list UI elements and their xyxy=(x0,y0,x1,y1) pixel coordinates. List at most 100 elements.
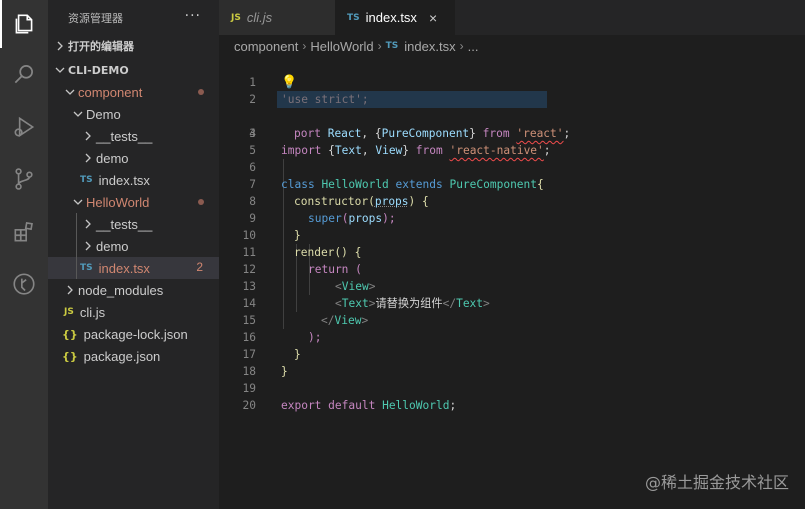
typescript-file-icon: TS xyxy=(80,175,93,185)
open-editors-section[interactable]: 打开的编辑器 xyxy=(48,35,219,57)
tree-file-package-json[interactable]: {} package.json xyxy=(48,345,219,367)
close-icon[interactable]: × xyxy=(429,10,437,26)
tab-cli-js[interactable]: JS cli.js xyxy=(219,0,335,35)
tree-item-label: component xyxy=(78,84,143,100)
breadcrumb-item[interactable]: component xyxy=(234,39,298,54)
javascript-file-icon: JS xyxy=(64,307,74,317)
breadcrumb-item[interactable]: ... xyxy=(468,39,479,54)
chevron-down-icon xyxy=(70,197,86,208)
breadcrumb-item[interactable]: HelloWorld xyxy=(310,39,373,54)
tree-folder-component[interactable]: component xyxy=(48,81,219,103)
tab-label: cli.js xyxy=(246,10,273,25)
tree-folder-tests[interactable]: __tests__ xyxy=(48,125,219,147)
tree-file-index-tsx[interactable]: TS index.tsx xyxy=(48,169,219,191)
line-highlight xyxy=(277,91,547,108)
problem-count-badge: 2 xyxy=(196,260,203,274)
files-icon[interactable] xyxy=(0,0,48,48)
typescript-file-icon: TS xyxy=(347,12,360,23)
tree-file-index-tsx-selected[interactable]: TS index.tsx 2 xyxy=(48,257,219,279)
tree-file-package-lock-json[interactable]: {} package-lock.json xyxy=(48,323,219,345)
tree-item-label: __tests__ xyxy=(96,216,153,232)
debug-icon[interactable] xyxy=(0,103,48,151)
tree-folder-demo[interactable]: Demo xyxy=(48,103,219,125)
indent-guide xyxy=(76,213,77,235)
json-file-icon: {} xyxy=(62,349,78,363)
tab-index-tsx[interactable]: TS index.tsx × xyxy=(335,0,455,35)
chevron-right-icon xyxy=(80,153,96,164)
typescript-file-icon: TS xyxy=(80,263,93,273)
tree-item-label: node_modules xyxy=(78,282,164,298)
code-token: HelloWorld xyxy=(382,399,450,412)
tree-item-label: Demo xyxy=(86,106,121,122)
chevron-right-icon xyxy=(80,241,96,252)
breadcrumb: component › HelloWorld › TS index.tsx › … xyxy=(219,35,805,57)
indent-guide xyxy=(76,235,77,257)
chevron-right-icon xyxy=(62,285,78,296)
code-line: 1 'use strict'; xyxy=(219,57,805,106)
tree-folder-helloworld[interactable]: HelloWorld xyxy=(48,191,219,213)
code-line: 2 💡 port React, {PureComponent} from 're… xyxy=(219,74,805,140)
code-line: 13 <Text>请替换为组件</Text> xyxy=(219,261,805,310)
code-line: 6 class HelloWorld extends PureComponent… xyxy=(219,142,805,191)
code-line: 17 } xyxy=(219,329,805,378)
code-line: 4 xyxy=(219,108,805,140)
code-line: 20 xyxy=(219,380,805,412)
chevron-right-icon: › xyxy=(459,39,464,53)
chevron-right-icon: › xyxy=(302,39,307,53)
code-line: 15 ); xyxy=(219,295,805,344)
modified-dot-icon xyxy=(198,199,204,205)
tree-folder-demo-sub[interactable]: demo xyxy=(48,147,219,169)
code-line: 18 xyxy=(219,346,805,378)
extensions-icon[interactable] xyxy=(0,208,48,256)
project-label: CLI-DEMO xyxy=(68,63,129,77)
code-line: 8 super(props); xyxy=(219,176,805,225)
activity-bar xyxy=(0,0,48,509)
tree-folder-demo-2[interactable]: demo xyxy=(48,235,219,257)
code-token: default xyxy=(328,399,376,412)
tree-item-label: demo xyxy=(96,150,129,166)
watermark: @稀土掘金技术社区 xyxy=(644,473,789,492)
tree-item-label: package-lock.json xyxy=(83,326,188,342)
code-line: 11 return ( xyxy=(219,227,805,276)
breadcrumb-item[interactable]: index.tsx xyxy=(404,39,455,54)
tree-item-label: HelloWorld xyxy=(86,194,150,210)
code-line: 12 <View> xyxy=(219,244,805,293)
tree-folder-tests-2[interactable]: __tests__ xyxy=(48,213,219,235)
modified-dot-icon xyxy=(198,89,204,95)
chevron-down-icon xyxy=(62,87,78,98)
json-file-icon: {} xyxy=(62,327,78,341)
code-line: 14 </View> xyxy=(219,278,805,327)
project-section[interactable]: CLI-DEMO xyxy=(48,59,219,81)
code-editor[interactable]: 1 'use strict'; 2 💡 port React, {PureCom… xyxy=(219,57,805,509)
code-line: 3 import {Text, View} from 'react-native… xyxy=(219,91,805,157)
javascript-file-icon: JS xyxy=(231,12,241,23)
chevron-right-icon xyxy=(80,131,96,142)
chevron-right-icon xyxy=(52,41,68,52)
tree-item-label: index.tsx xyxy=(98,172,150,188)
code-line: 16 } xyxy=(219,312,805,361)
typescript-file-icon: TS xyxy=(385,41,399,51)
chevron-right-icon: › xyxy=(377,39,382,53)
explorer-sidebar: 资源管理器 ··· 打开的编辑器 CLI-DEMO component Demo… xyxy=(48,0,219,509)
code-line: 9 } xyxy=(219,193,805,242)
indent-guide xyxy=(76,257,77,279)
remote-icon[interactable] xyxy=(0,260,48,308)
code-line: 5 xyxy=(219,125,805,157)
tree-folder-node-modules[interactable]: node_modules xyxy=(48,279,219,301)
tab-label: index.tsx xyxy=(365,10,417,25)
editor-tabs: JS cli.js TS index.tsx × xyxy=(219,0,805,35)
lightbulb-icon[interactable]: 💡 xyxy=(281,74,297,91)
explorer-title: 资源管理器 xyxy=(68,11,123,25)
search-icon[interactable] xyxy=(0,50,48,98)
open-editors-label: 打开的编辑器 xyxy=(68,40,134,53)
tree-item-label: index.tsx xyxy=(98,260,150,276)
code-token: ; xyxy=(449,399,457,412)
line-number: 20 xyxy=(242,399,256,412)
code-line: 7 constructor(props) { xyxy=(219,159,805,208)
chevron-down-icon xyxy=(70,109,86,120)
tree-item-label: cli.js xyxy=(79,304,106,320)
more-actions-button[interactable]: ··· xyxy=(185,8,201,24)
source-control-icon[interactable] xyxy=(0,155,48,203)
chevron-right-icon xyxy=(80,219,96,230)
tree-file-cli-js[interactable]: JS cli.js xyxy=(48,301,219,323)
